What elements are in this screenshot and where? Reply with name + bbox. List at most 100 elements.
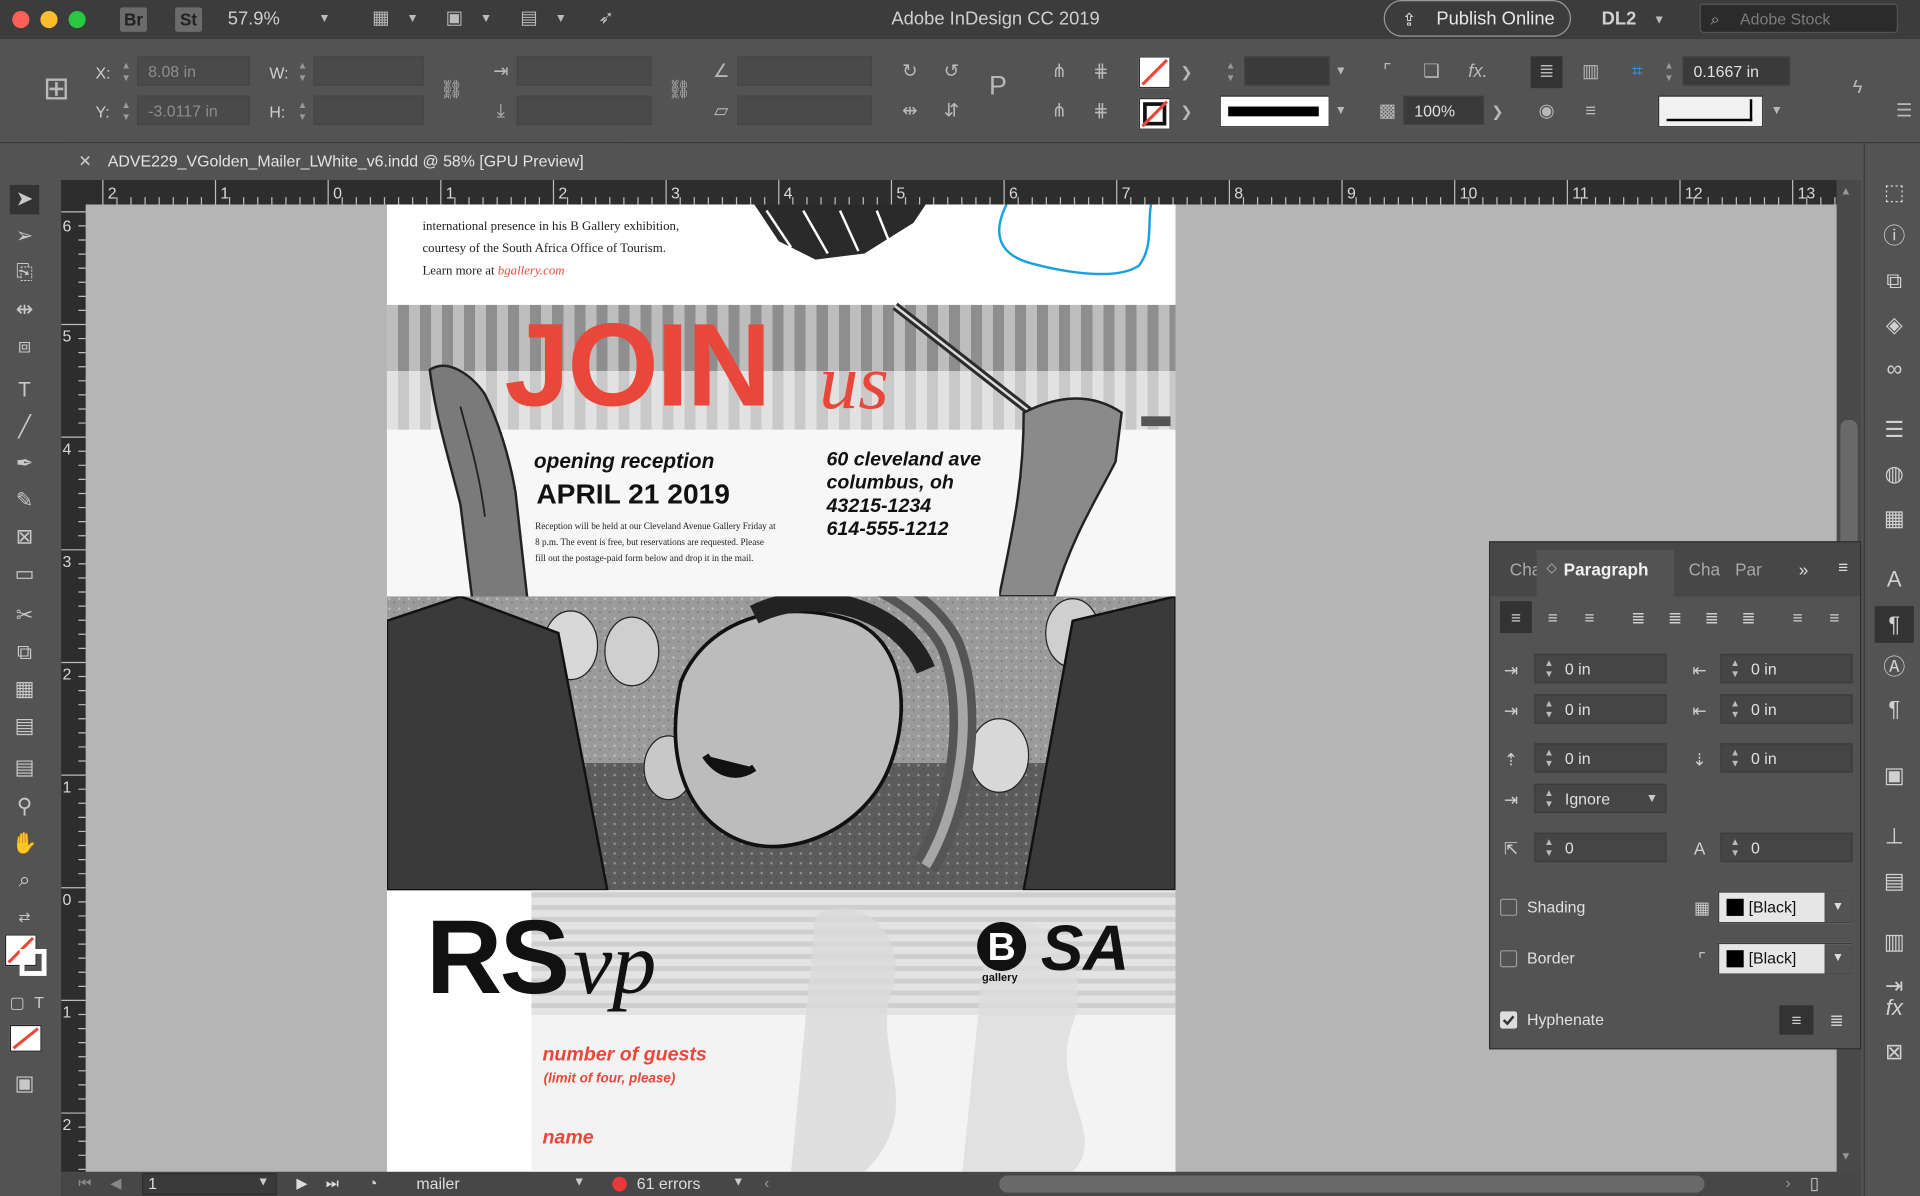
horizontal-scroll-thumb[interactable] (999, 1175, 1705, 1193)
line-tool-icon[interactable]: ╱ (10, 413, 39, 442)
intro-text[interactable]: international presence in his B Gallery … (422, 217, 679, 283)
free-transform-tool-icon[interactable]: ⧉ (10, 638, 39, 667)
space-after-stepper[interactable]: ▲ ▼ (1729, 747, 1741, 769)
formatting-text-icon[interactable]: T (24, 988, 53, 1017)
space-after-field[interactable]: ▲ ▼ 0 in (1720, 743, 1853, 773)
type-tool-icon[interactable]: T (10, 376, 39, 405)
stock-button[interactable]: St (175, 7, 203, 32)
gradient-swatch-tool-icon[interactable]: ▦ (10, 675, 39, 704)
note-tool-icon[interactable]: ▤ (10, 753, 39, 782)
workspace-switcher[interactable]: DL2 (1602, 9, 1637, 30)
scale-y-field[interactable] (516, 95, 652, 125)
border-color-select[interactable]: [Black] ▼ (1717, 942, 1853, 975)
panel-menu-icon[interactable]: ☰ (1891, 99, 1918, 123)
stroke-type-select[interactable] (1219, 95, 1330, 128)
y-stepper[interactable]: ▲ ▼ (120, 99, 132, 123)
stock-search-input[interactable]: ⌕ Adobe Stock (1699, 3, 1898, 34)
preflight-menu-icon[interactable]: ▼ (732, 1176, 744, 1189)
rotate-field[interactable] (737, 56, 872, 86)
swatches-icon[interactable]: ▦ (1880, 503, 1909, 532)
content-collector-icon[interactable]: ⧈ (10, 332, 39, 361)
next-page-icon[interactable]: ▶ (296, 1174, 307, 1191)
vp-headline[interactable]: vp (573, 915, 656, 1013)
opening-reception-text[interactable]: opening reception (534, 449, 714, 473)
preflight-profile-dropdown-icon[interactable]: ▼ (573, 1176, 585, 1189)
align-left-active[interactable]: ≡ (1500, 601, 1532, 634)
gradient-feather-tool-icon[interactable]: ▤ (10, 711, 39, 740)
opacity-field[interactable]: 100% (1403, 95, 1485, 125)
arrange-documents-icon[interactable]: ▤ (516, 7, 543, 29)
rotate-angle-icon[interactable]: ∠ (708, 60, 735, 84)
zoom-tool-icon[interactable]: ⌕ (10, 866, 39, 895)
stroke-style-select[interactable] (1657, 95, 1764, 128)
rotate-cw-icon[interactable]: ↻ (896, 60, 923, 84)
stroke-weight-dropdown-icon[interactable]: ▼ (1327, 60, 1354, 84)
space-before-field[interactable]: ▲ ▼ 0 in (1534, 743, 1667, 773)
scale-y-icon[interactable]: ⤓ (487, 99, 514, 123)
flip-vertical-icon[interactable]: ⇵ (938, 99, 965, 123)
rs-headline[interactable]: RS (426, 902, 570, 1012)
reception-body-text[interactable]: Reception will be held at our Cleveland … (535, 518, 792, 566)
zoom-window-button[interactable] (68, 11, 86, 29)
hand-tool-icon[interactable]: ✋ (10, 829, 39, 858)
shading-settings-icon[interactable]: ▦ (1689, 895, 1716, 919)
flip-horizontal-icon[interactable]: ⇹ (896, 99, 923, 123)
first-line-indent-stepper[interactable]: ▲ ▼ (1543, 698, 1555, 720)
weight-stepper[interactable]: ▲ ▼ (1663, 60, 1675, 84)
border-checkbox[interactable] (1500, 950, 1518, 968)
default-colors-icon[interactable]: ⇄ (10, 902, 39, 931)
opacity-menu-icon[interactable]: ❯ (1484, 99, 1511, 123)
gap-tool-icon[interactable]: ⇹ (10, 295, 39, 324)
stroke-style-dropdown-icon[interactable]: ▼ (1763, 99, 1790, 123)
wrap-jump-icon[interactable]: ≡ (1577, 99, 1604, 123)
last-line-indent-field[interactable]: ▲ ▼ 0 in (1720, 694, 1853, 724)
character-styles-icon[interactable]: Ⓐ (1880, 653, 1909, 682)
character-panel-icon[interactable]: A (1880, 564, 1909, 593)
stroke-panel-icon[interactable]: ☰ (1880, 415, 1909, 444)
paragraph-panel-active[interactable]: ¶ (1874, 606, 1914, 643)
workspace-chevron-icon[interactable]: ▼ (1653, 13, 1665, 26)
justify-right-icon[interactable]: ≣ (1698, 605, 1725, 629)
stroke-color-icon[interactable] (19, 948, 47, 976)
align-to-grid-select[interactable]: ▲ ▼ Ignore ▼ (1534, 783, 1667, 814)
left-indent-stepper[interactable]: ▲ ▼ (1543, 658, 1555, 680)
align-away-spine-icon[interactable]: ≡ (1821, 605, 1848, 629)
stroke-swatch-menu-icon[interactable]: ❯ (1173, 99, 1200, 123)
color-panel-icon[interactable]: ◍ (1880, 459, 1909, 488)
page-tool-icon[interactable]: ⎘ (10, 258, 39, 287)
align-center-icon[interactable]: ≡ (1539, 605, 1566, 629)
close-window-button[interactable] (12, 11, 30, 29)
effects-fx-icon[interactable]: fx. (1465, 60, 1492, 84)
stroke-none-swatch[interactable] (1138, 97, 1171, 130)
scissors-tool-icon[interactable]: ✂ (10, 601, 39, 630)
reference-point-icon[interactable]: ⊞ (37, 69, 76, 108)
view-options-chevron-icon[interactable]: ▼ (407, 12, 419, 25)
preflight-errors[interactable]: 61 errors (637, 1174, 701, 1192)
split-layout-icon[interactable]: ▯ (1810, 1173, 1819, 1194)
close-tab-icon[interactable]: ✕ (78, 143, 91, 180)
gradient-panel-icon[interactable]: ⊠ (1880, 1037, 1909, 1066)
screen-mode-chevron-icon[interactable]: ▼ (480, 12, 492, 25)
name-label[interactable]: name (542, 1128, 593, 1150)
event-date-text[interactable]: APRIL 21 2019 (536, 478, 730, 511)
constrain-scale-icon[interactable]: ⛓ (666, 78, 693, 102)
scale-x-field[interactable] (516, 56, 652, 86)
blue-selection-path[interactable] (994, 204, 1159, 280)
scroll-up-icon[interactable]: ▲ (1840, 185, 1851, 197)
wrap-around-icon[interactable]: ▥ (1577, 60, 1604, 84)
document-tab[interactable]: ✕ ADVE229_VGolden_Mailer_LWhite_v6.indd … (61, 143, 625, 181)
justify-center-icon[interactable]: ≣ (1662, 605, 1689, 629)
composer-right-icon[interactable]: ≣ (1823, 1008, 1850, 1032)
drop-cap-chars-stepper[interactable]: ▲ ▼ (1729, 836, 1741, 858)
hyphenate-checkbox[interactable] (1500, 1011, 1518, 1029)
ruler-origin[interactable] (61, 180, 86, 205)
vertical-ruler[interactable]: 6 5 4 3 2 1 0 1 2 (61, 204, 86, 1172)
align-panel-icon[interactable]: ⊥ (1880, 822, 1909, 851)
right-indent-field[interactable]: ▲ ▼ 0 in (1720, 653, 1853, 684)
stroke-type-dropdown-icon[interactable]: ▼ (1327, 99, 1354, 123)
last-line-indent-stepper[interactable]: ▲ ▼ (1729, 698, 1741, 720)
y-position-field[interactable]: -3.0117 in (137, 95, 250, 125)
website-link[interactable]: bgallery.com (498, 264, 565, 277)
select-content-icon[interactable]: ⋔ (1046, 99, 1073, 123)
panel-menu-icon[interactable]: ≡ (1838, 557, 1848, 577)
